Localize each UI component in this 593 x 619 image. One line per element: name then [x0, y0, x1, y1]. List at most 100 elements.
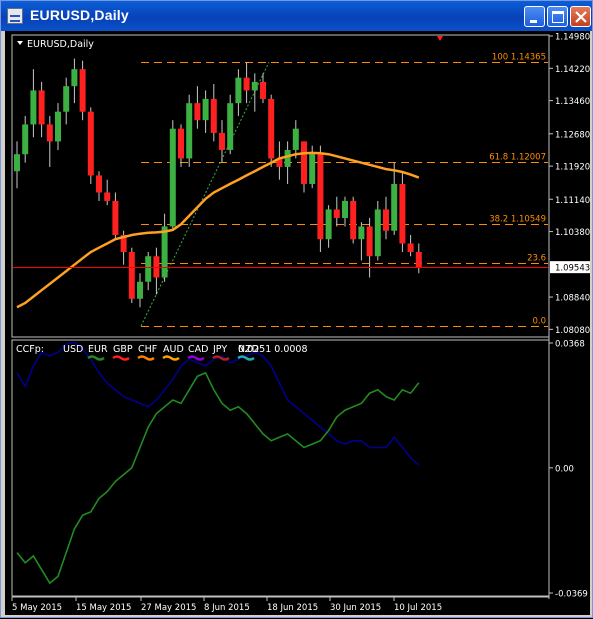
candle-body [71, 69, 78, 87]
candle-body [219, 132, 225, 150]
terminal-window: EURUSD,Daily 100 1.14365 61.8 1.12007 38.2… [0, 0, 593, 618]
candle-body [243, 77, 250, 91]
time-axis-group: 5 May 2015 15 May 2015 27 May 2015 8 Jun 20… [11, 597, 442, 613]
chart-menu-arrow-icon[interactable] [17, 41, 23, 45]
candle-body [325, 209, 332, 240]
maximize-icon [552, 11, 564, 23]
candle-body [251, 81, 258, 91]
candle-body [333, 209, 340, 218]
candle-body [63, 86, 70, 112]
legend-currency-usd: USD [63, 344, 83, 355]
candle-body [128, 251, 135, 299]
symbol-label: EURUSD,Daily [27, 39, 94, 50]
main-panel-label[interactable]: EURUSD,Daily [17, 39, 94, 50]
candle-body [383, 209, 389, 231]
candle-body [38, 90, 45, 125]
candle-body [309, 154, 316, 184]
price-label: 1.14220 [555, 65, 590, 75]
price-label: 1.08080 [555, 326, 590, 336]
candle-body [407, 243, 414, 252]
candle-body [22, 124, 29, 155]
chart-area[interactable]: 100 1.14365 61.8 1.12007 38.2 1.10549 23.6 0… [5, 31, 590, 615]
chart-canvas[interactable]: 100 1.14365 61.8 1.12007 38.2 1.10549 23.6 0… [5, 31, 590, 615]
candle-body [284, 149, 291, 167]
candle-body [79, 69, 86, 112]
time-label: 5 May 2015 [12, 603, 62, 613]
candle-body [137, 281, 143, 299]
fib-level-label: 61.8 1.12007 [489, 153, 546, 163]
candle-body [391, 183, 398, 231]
time-label: 27 May 2015 [141, 603, 196, 613]
legend-swatch-chf [137, 355, 155, 361]
candle-body [112, 200, 119, 235]
candle-body [342, 200, 348, 218]
alert-marker-icon [437, 36, 443, 41]
indicator-legend: USD EUR GBP CHF AUD CAD JPY NZD [63, 344, 259, 361]
candle-body [161, 226, 168, 278]
candle-body [210, 98, 217, 133]
indicator-group: 0.0368 0.00 -0.0369 [16, 340, 588, 600]
close-button[interactable] [570, 6, 591, 27]
minimize-button[interactable] [524, 6, 545, 27]
fib-level-label: 100 1.14365 [492, 53, 546, 63]
time-label: 8 Jun 2015 [204, 603, 250, 613]
legend-swatch-gbp [112, 355, 130, 361]
time-label: 18 Jun 2015 [267, 603, 318, 613]
fibonacci-group: 100 1.14365 61.8 1.12007 38.2 1.10549 23.6 0… [141, 53, 548, 327]
price-label: 1.11140 [555, 196, 590, 206]
candle-body [178, 128, 184, 159]
price-label: 1.10380 [555, 228, 590, 238]
current-price-label: 1.09543 [555, 264, 590, 274]
price-label: 1.11920 [555, 163, 590, 173]
candle-body [153, 256, 160, 278]
legend-currency-cad: CAD [188, 344, 208, 355]
candle-body [202, 98, 209, 121]
fib-level-label: 0.0 [532, 317, 546, 327]
candle-body [14, 154, 20, 172]
fib-level-label: 23.6 [527, 254, 546, 264]
candle-body [366, 226, 373, 257]
candle-body [358, 226, 365, 240]
minimize-icon [530, 20, 537, 23]
close-icon [575, 11, 587, 23]
candle-body [46, 124, 53, 142]
candle-body [260, 81, 266, 99]
indicator-values: 0.0251 0.0008 [238, 344, 308, 355]
title-bar[interactable]: EURUSD,Daily [1, 1, 592, 31]
indicator-scale-label: -0.0369 [555, 590, 588, 600]
candles-group [14, 58, 422, 308]
indicator-line-eur [16, 371, 420, 585]
price-scale-group: 1.14980 1.14220 1.13460 1.12680 1.11920 1.111… [549, 33, 590, 336]
indicator-panel-frame [11, 339, 550, 597]
candle-body [317, 154, 324, 240]
legend-currency-jpy: JPY [212, 344, 227, 355]
time-label: 30 Jun 2015 [330, 603, 381, 613]
fib-level-label: 38.2 1.10549 [489, 215, 546, 225]
candle-body [169, 128, 176, 227]
main-panel-frame [11, 34, 550, 338]
candle-body [87, 111, 94, 176]
candle-body [301, 141, 307, 184]
candle-body [227, 103, 234, 150]
legend-currency-aud: AUD [163, 344, 184, 355]
indicator-line-usd [16, 341, 420, 466]
price-label: 1.13460 [555, 97, 590, 107]
candle-body [235, 77, 242, 104]
maximize-button[interactable] [547, 6, 568, 27]
window-title: EURUSD,Daily [30, 7, 129, 23]
indicator-scale-label: 0.00 [555, 464, 574, 474]
time-label: 10 Jul 2015 [394, 603, 442, 613]
price-label: 1.12680 [555, 130, 590, 140]
candle-body [145, 256, 152, 282]
candle-body [194, 103, 201, 121]
price-label: 1.08840 [555, 294, 590, 304]
time-label: 15 May 2015 [76, 603, 131, 613]
candle-body [374, 209, 381, 257]
candle-body [96, 175, 102, 193]
candle-body [292, 128, 299, 150]
indicator-name: CCFp: [16, 344, 44, 355]
candle-body [30, 90, 37, 125]
candle-body [399, 183, 406, 244]
candle-body [268, 98, 275, 159]
indicator-scale-label: 0.0368 [555, 340, 585, 350]
